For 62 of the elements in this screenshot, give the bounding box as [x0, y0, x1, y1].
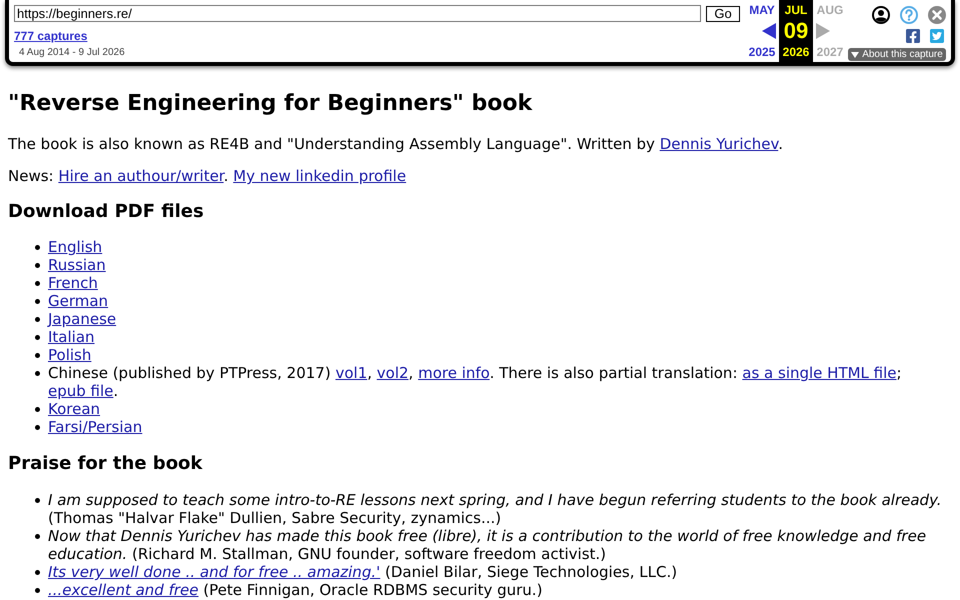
link[interactable]: Italian	[48, 328, 95, 346]
link[interactable]: vol2	[376, 364, 409, 382]
link[interactable]: Hire an authour/writer	[58, 167, 224, 185]
left-arrow-icon[interactable]	[762, 23, 776, 39]
praise-quote: Its very well done .. and for free .. amazing.' (Daniel Bilar, Siege Technologies, LLC.)	[48, 563, 678, 581]
bullet-icon	[35, 534, 40, 538]
link[interactable]: Farsi/Persian	[48, 418, 142, 436]
link[interactable]: My new linkedin profile	[233, 167, 406, 185]
link[interactable]: English	[48, 238, 102, 256]
bullet-icon	[35, 262, 40, 268]
month-label: JUL	[784, 3, 808, 17]
section-heading: Praise for the book	[8, 453, 204, 474]
bullet-icon	[35, 570, 40, 574]
bullet-icon	[35, 352, 40, 358]
link[interactable]: more info	[418, 364, 490, 382]
captures-link[interactable]: 777 captures	[14, 29, 88, 43]
bullet-icon	[35, 424, 40, 430]
capture-day: 09	[784, 19, 808, 43]
bullet-icon	[35, 588, 40, 592]
bullet-icon	[35, 244, 40, 250]
bullet-icon	[35, 280, 40, 286]
bullet-icon	[35, 316, 40, 322]
praise-quote: Now that Dennis Yurichev has made this book free (libre), it is a contribution to the world of free knowledge and free education. (Richard M. Stallman, GNU founder, software freedom activist.)	[48, 527, 926, 563]
quote-link[interactable]: ...excellent and free	[48, 581, 198, 599]
section-heading: Download PDF files	[8, 201, 205, 222]
year-label: 2026	[782, 45, 810, 59]
link[interactable]: as a single HTML file	[742, 364, 897, 382]
list-item-text: Chinese (published by PTPress, 2017) vol1, vol2, more info. There is also partial translation: as a single HTML file; epub file.	[48, 364, 903, 400]
month-label[interactable]: MAY	[749, 3, 775, 17]
bullet-icon	[35, 298, 40, 304]
link[interactable]: German	[48, 292, 108, 310]
quote-link[interactable]: Its very well done .. and for free .. amazing.'	[48, 563, 380, 581]
user-icon[interactable]	[872, 6, 890, 24]
link[interactable]: French	[48, 274, 98, 292]
year-label[interactable]: 2025	[748, 45, 776, 59]
bullet-icon	[35, 370, 40, 376]
about-capture-button[interactable]: About this capture	[848, 48, 946, 61]
link[interactable]: epub file	[48, 382, 114, 400]
twitter-icon[interactable]	[929, 28, 945, 44]
bullet-icon	[35, 498, 40, 502]
news-paragraph: News: Hire an authour/writer. My new linkedin profile	[8, 167, 408, 185]
month-label: AUG	[816, 3, 844, 17]
praise-quote: I am supposed to teach some intro-to-RE lessons next spring, and I have begun referring students to the book already. (Thomas "Halvar Flake" Dullien, Sabre Security, zynamics...)	[48, 491, 943, 527]
url-field[interactable]: https://beginners.re/	[14, 5, 701, 22]
bullet-icon	[35, 334, 40, 340]
close-icon[interactable]	[928, 6, 946, 24]
right-arrow-icon	[816, 23, 830, 39]
link[interactable]: Dennis Yurichev	[660, 135, 778, 153]
link[interactable]: Japanese	[48, 310, 116, 328]
bullet-icon	[35, 406, 40, 412]
caret-icon	[851, 52, 860, 58]
date-range: 4 Aug 2014 - 9 Jul 2026	[19, 47, 125, 59]
link[interactable]: Russian	[48, 256, 106, 274]
intro-paragraph: The book is also known as RE4B and "Understanding Assembly Language". Written by Dennis Yurichev.	[8, 135, 784, 153]
link[interactable]: Korean	[48, 400, 100, 418]
facebook-icon[interactable]	[905, 28, 921, 44]
page-title: "Reverse Engineering for Beginners" book	[8, 91, 534, 117]
link[interactable]: Polish	[48, 346, 92, 364]
year-label: 2027	[816, 45, 844, 59]
praise-quote: ...excellent and free (Pete Finnigan, Oracle RDBMS security guru.)	[48, 581, 542, 599]
link[interactable]: vol1	[335, 364, 368, 382]
go-button[interactable]: Go	[706, 6, 740, 22]
